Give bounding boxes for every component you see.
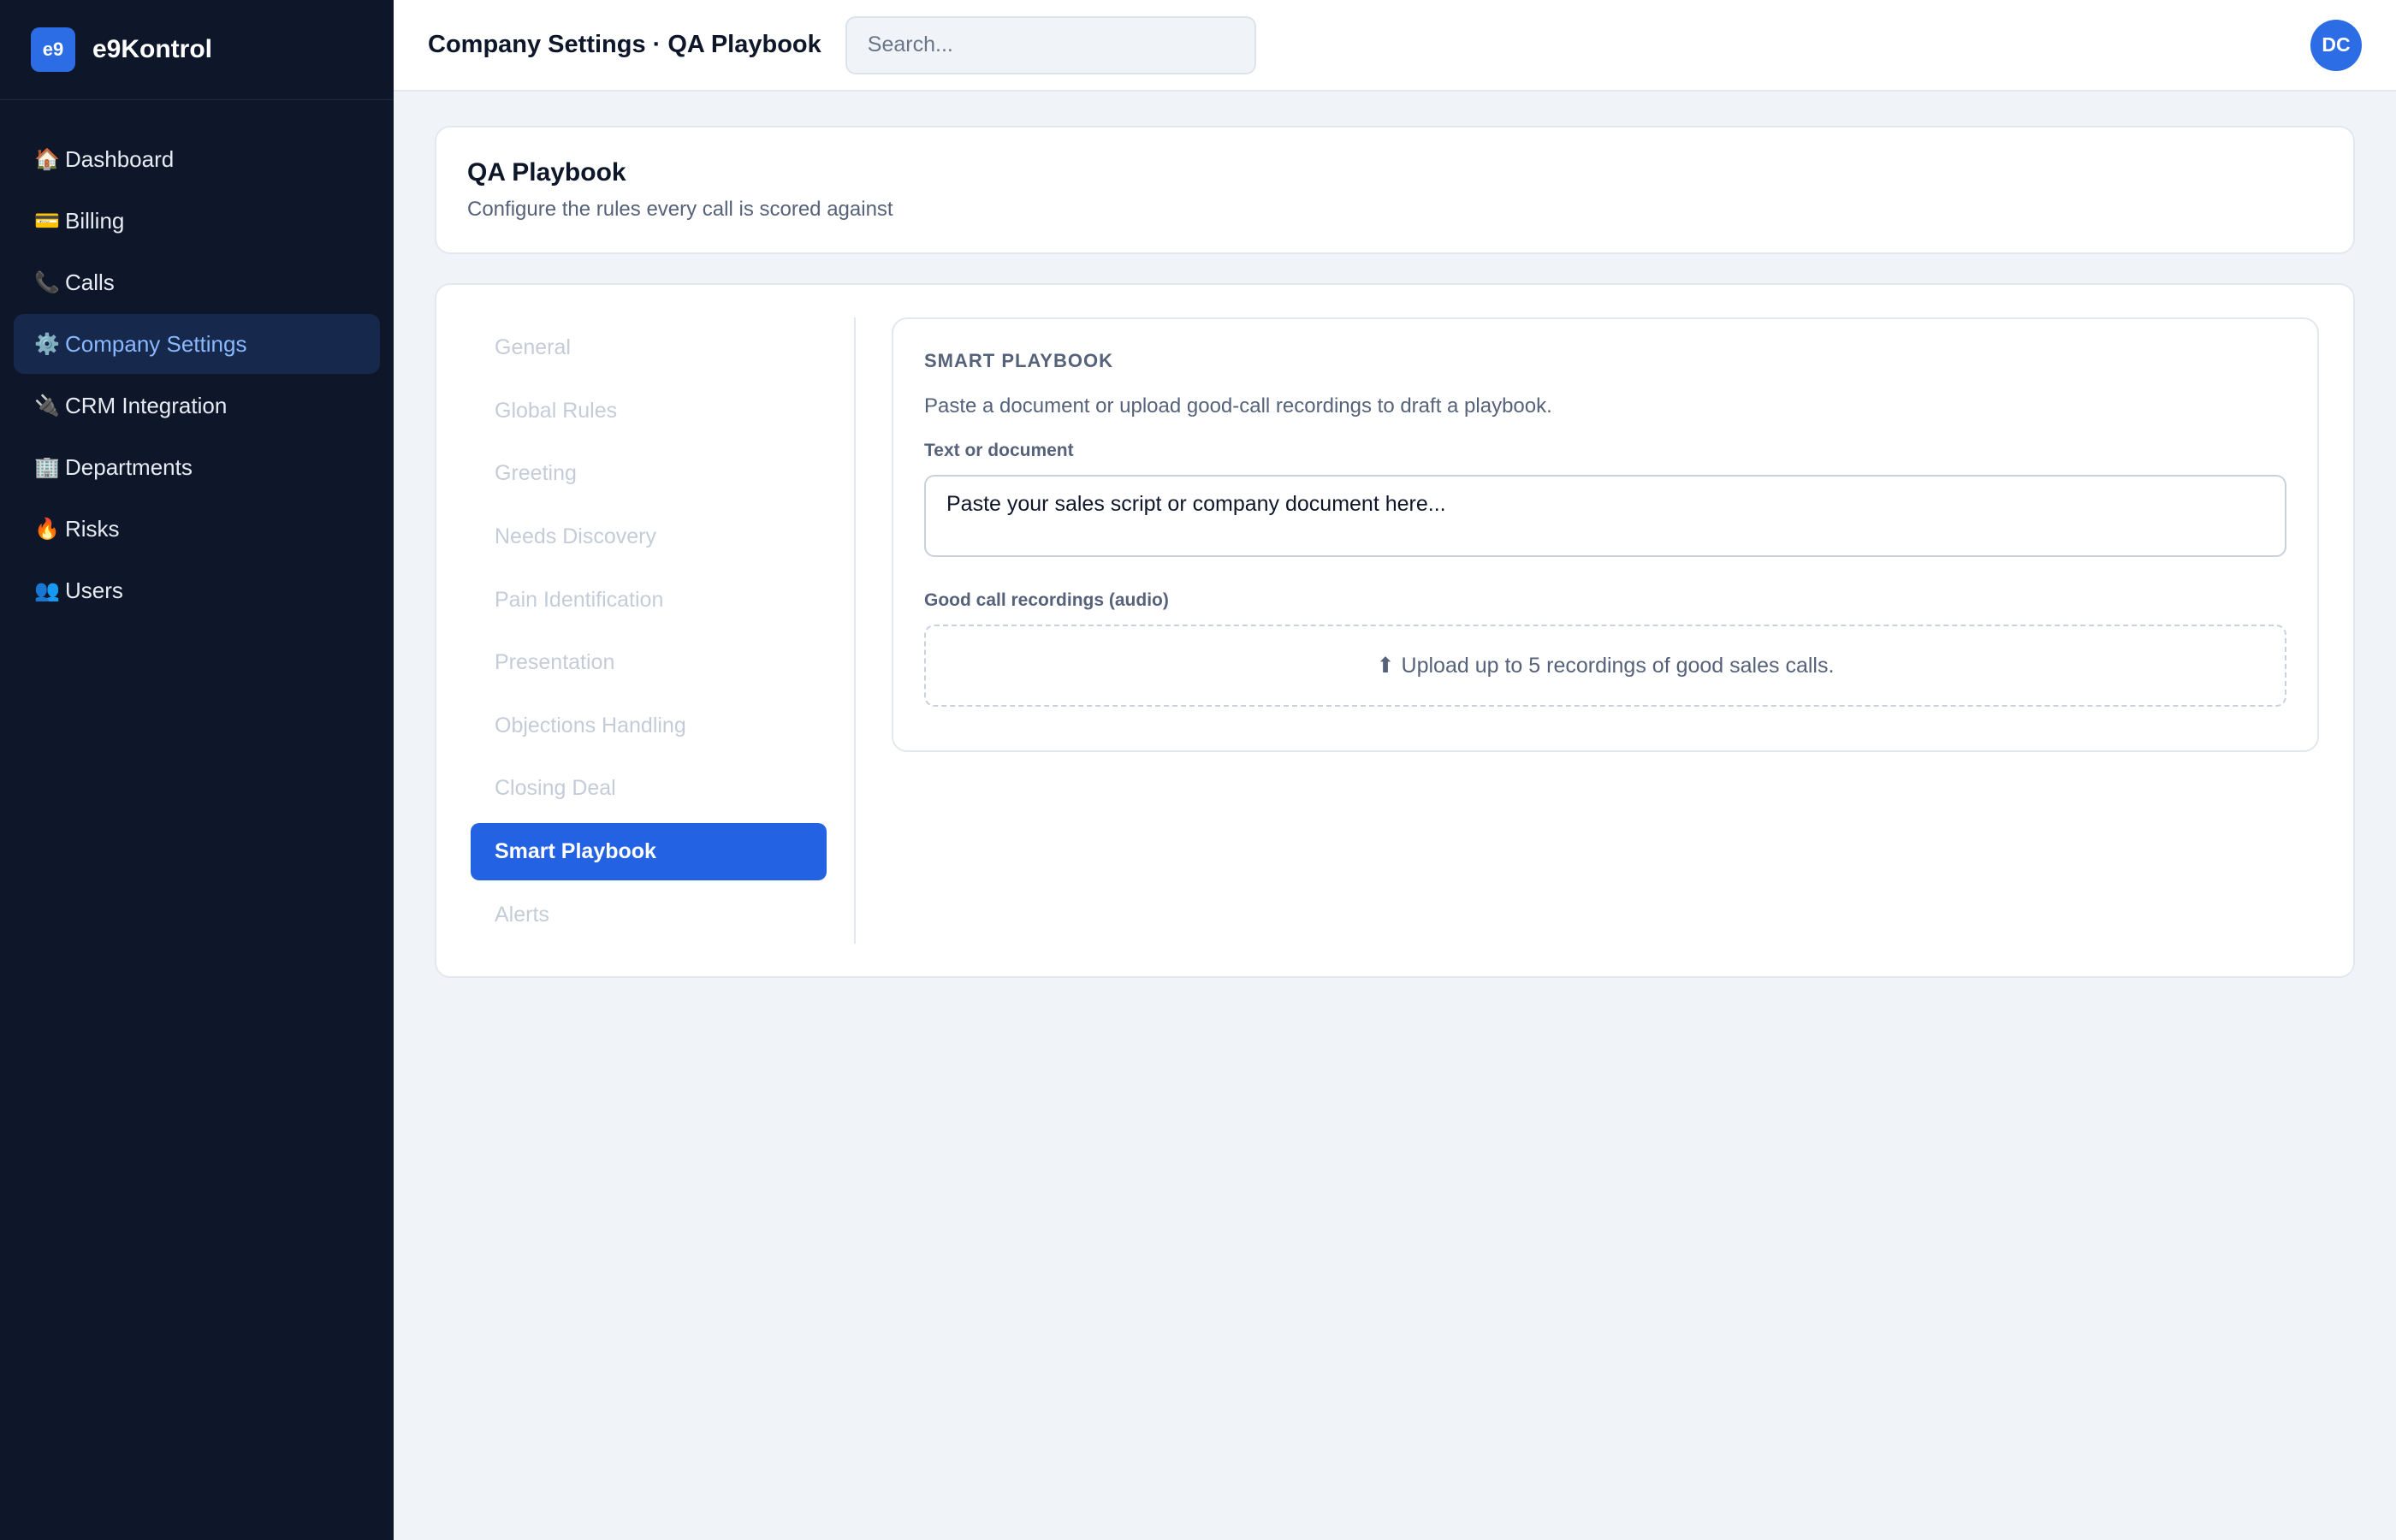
sidebar-item-company-settings[interactable]: ⚙️ Company Settings [14, 314, 380, 374]
tab-needs-discovery[interactable]: Needs Discovery [471, 508, 827, 566]
settings-card: General Global Rules Greeting Needs Disc… [435, 283, 2355, 978]
phone-icon: 📞 [34, 270, 60, 294]
sidebar-item-label: Calls [65, 269, 115, 295]
tab-presentation[interactable]: Presentation [471, 634, 827, 692]
brand-logo: e9 [31, 27, 75, 72]
sidebar-item-risks[interactable]: 🔥 Risks [14, 499, 380, 559]
plug-icon: 🔌 [34, 394, 60, 418]
credit-card-icon: 💳 [34, 209, 60, 233]
sidebar-item-label: Dashboard [65, 145, 175, 172]
app: e9 e9Kontrol 🏠 Dashboard 💳 Billing 📞 Cal… [0, 0, 2396, 1540]
tab-alerts[interactable]: Alerts [471, 886, 827, 944]
page-subtitle: Configure the rules every call is scored… [467, 198, 893, 221]
sidebar-item-label: Billing [65, 207, 125, 234]
building-icon: 🏢 [34, 455, 60, 479]
page-header-card: QA Playbook Configure the rules every ca… [435, 126, 2355, 254]
sidebar-item-crm-integration[interactable]: 🔌 CRM Integration [14, 376, 380, 435]
tab-global-rules[interactable]: Global Rules [471, 382, 827, 441]
settings-tabs: General Global Rules Greeting Needs Disc… [471, 317, 856, 944]
sidebar-nav: 🏠 Dashboard 💳 Billing 📞 Calls ⚙️ Company… [0, 100, 394, 620]
sidebar-item-label: Company Settings [65, 330, 247, 357]
panel-wrap: SMART PLAYBOOK Paste a document or uploa… [856, 317, 2319, 944]
panel-description: Paste a document or upload good-call rec… [924, 394, 1552, 418]
tab-general[interactable]: General [471, 319, 827, 377]
main: Company Settings · QA Playbook DC QA Pla… [394, 0, 2396, 1540]
content: QA Playbook Configure the rules every ca… [394, 92, 2396, 1012]
upload-icon: ⬆ [1376, 654, 1395, 678]
page-breadcrumb: Company Settings · QA Playbook [428, 31, 821, 58]
sidebar: e9 e9Kontrol 🏠 Dashboard 💳 Billing 📞 Cal… [0, 0, 394, 1540]
users-icon: 👥 [34, 578, 60, 602]
brand-name: e9Kontrol [92, 35, 213, 63]
upload-text: Upload up to 5 recordings of good sales … [1401, 653, 1835, 678]
sidebar-item-label: Departments [65, 453, 193, 480]
text-document-label: Text or document [924, 441, 1074, 460]
recordings-upload-dropzone[interactable]: ⬆ Upload up to 5 recordings of good sale… [924, 625, 2286, 707]
topbar: Company Settings · QA Playbook DC [394, 0, 2396, 92]
sidebar-item-label: Users [65, 577, 123, 603]
tab-greeting[interactable]: Greeting [471, 445, 827, 503]
tab-closing-deal[interactable]: Closing Deal [471, 760, 827, 818]
sidebar-item-label: Risks [65, 515, 120, 542]
fire-icon: 🔥 [34, 517, 60, 541]
sidebar-item-billing[interactable]: 💳 Billing [14, 191, 380, 251]
sidebar-item-calls[interactable]: 📞 Calls [14, 252, 380, 312]
search-input[interactable] [845, 15, 1256, 74]
tab-objections-handling[interactable]: Objections Handling [471, 697, 827, 755]
brand[interactable]: e9 e9Kontrol [0, 0, 394, 100]
gear-icon: ⚙️ [34, 332, 60, 356]
avatar[interactable]: DC [2310, 19, 2362, 71]
tab-pain-identification[interactable]: Pain Identification [471, 571, 827, 629]
tab-smart-playbook[interactable]: Smart Playbook [471, 822, 827, 881]
smart-playbook-panel: SMART PLAYBOOK Paste a document or uploa… [892, 317, 2319, 752]
sidebar-item-departments[interactable]: 🏢 Departments [14, 437, 380, 497]
recordings-label: Good call recordings (audio) [924, 590, 1169, 610]
sidebar-item-label: CRM Integration [65, 392, 228, 418]
page-title: QA Playbook [467, 158, 626, 187]
sidebar-item-dashboard[interactable]: 🏠 Dashboard [14, 129, 380, 189]
sidebar-item-users[interactable]: 👥 Users [14, 560, 380, 620]
panel-title: SMART PLAYBOOK [924, 350, 1113, 371]
house-icon: 🏠 [34, 147, 60, 171]
document-textarea[interactable] [924, 475, 2286, 557]
